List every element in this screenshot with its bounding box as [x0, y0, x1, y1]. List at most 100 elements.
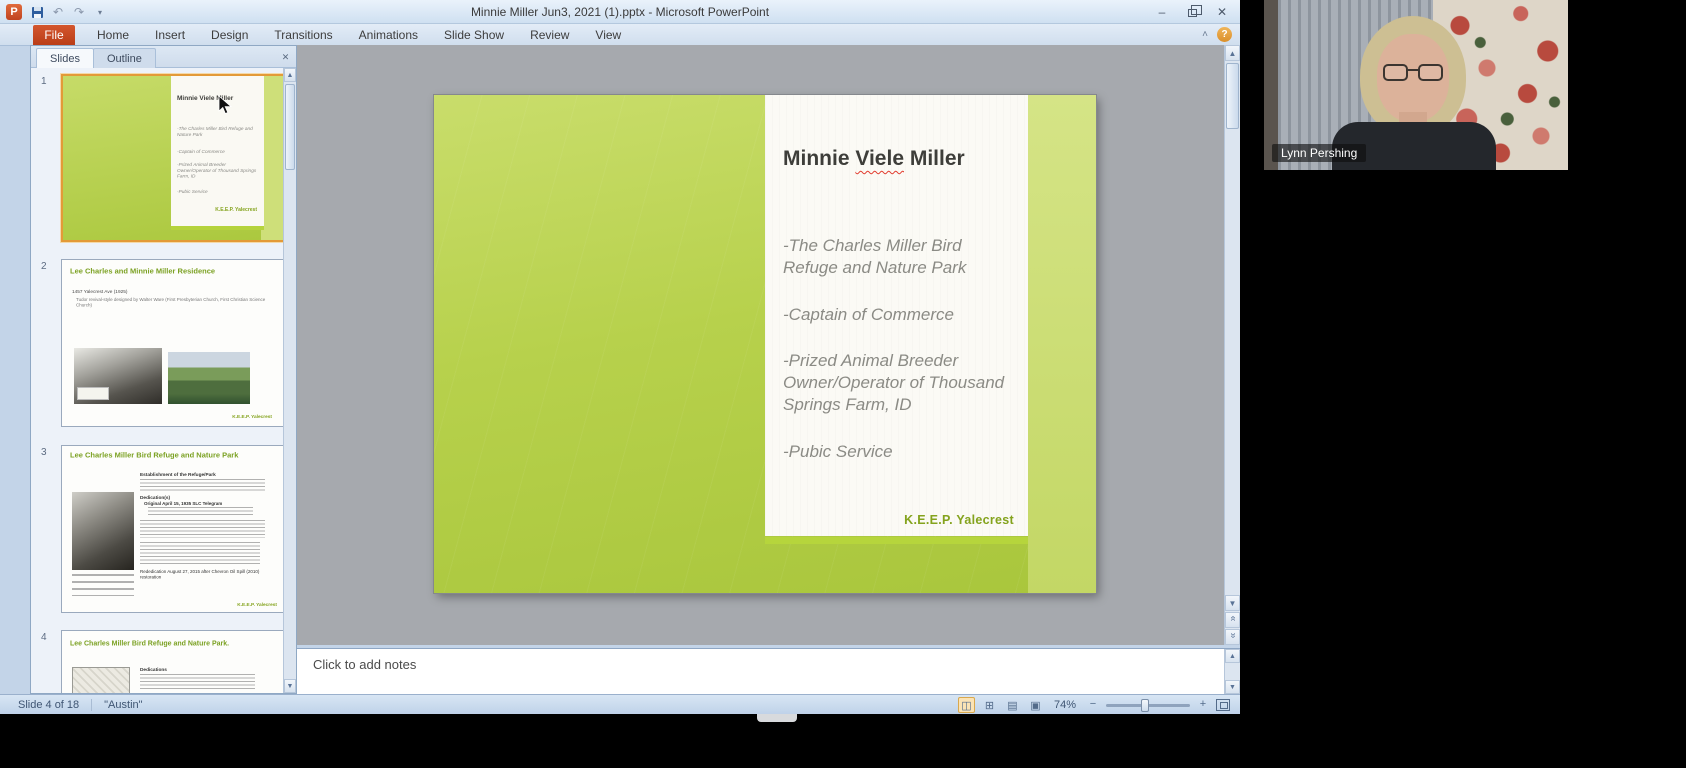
- mouse-cursor: [218, 95, 233, 116]
- zoom-out-button[interactable]: −: [1086, 698, 1100, 712]
- tab-insert[interactable]: Insert: [142, 25, 198, 46]
- slide-content-panel[interactable]: Minnie Viele Miller -The Charles Miller …: [765, 95, 1028, 536]
- help-icon[interactable]: ?: [1217, 27, 1232, 42]
- slide-3-thumb[interactable]: Lee Charles Miller Bird Refuge and Natur…: [61, 445, 283, 613]
- slide-4-number: 4: [41, 632, 47, 643]
- slide-title[interactable]: Minnie Viele Miller: [783, 147, 1012, 171]
- tab-review[interactable]: Review: [517, 25, 582, 46]
- zoom-slider-knob[interactable]: [1141, 699, 1149, 712]
- body-text-placeholder: [148, 507, 253, 516]
- notes-scrollbar[interactable]: ▲ ▼: [1224, 649, 1240, 694]
- ribbon-right-controls: ˄ ?: [1202, 27, 1232, 42]
- slide-editor-area: Minnie Viele Miller -The Charles Miller …: [297, 45, 1224, 645]
- next-slide-button[interactable]: »: [1225, 629, 1240, 645]
- reading-view-button[interactable]: ▤: [1004, 697, 1021, 713]
- slide-accent-strip: [1028, 95, 1096, 593]
- scrollbar-thumb[interactable]: [285, 84, 295, 170]
- thumb-subtitle: 1457 Yalecrest Ave (1925): [72, 289, 127, 295]
- thumb-title: Lee Charles Miller Bird Refuge and Natur…: [70, 639, 240, 647]
- thumbnail-list: 1 Minnie Viele Miller -The Charles Mille…: [31, 68, 283, 693]
- slide-bullet[interactable]: -Pubic Service: [783, 441, 1012, 463]
- slides-panel-tabs: Slides Outline ✕: [31, 46, 296, 68]
- collapse-ribbon-icon[interactable]: ˄: [1202, 29, 1208, 40]
- thumb-bullet: -The Charles Miller Bird Refuge and Natu…: [177, 126, 259, 138]
- window-controls: – ✕: [1148, 2, 1236, 21]
- panel-close-icon[interactable]: ✕: [279, 51, 292, 64]
- slide-sorter-view-button[interactable]: ⊞: [981, 697, 998, 713]
- file-tab[interactable]: File: [33, 25, 75, 46]
- status-separator: [91, 699, 92, 711]
- notes-pane[interactable]: Click to add notes ▲ ▼: [297, 648, 1240, 694]
- quote-text-placeholder: [140, 520, 265, 538]
- previous-slide-button[interactable]: «: [1225, 612, 1240, 628]
- slide-accent-bar: [765, 537, 1028, 544]
- slide-1-number: 1: [41, 76, 47, 87]
- slide-3-number: 3: [41, 447, 47, 458]
- scroll-down-icon[interactable]: ▼: [1225, 680, 1240, 694]
- slide-bullet[interactable]: -Prized Animal Breeder Owner/Operator of…: [783, 350, 1012, 415]
- tab-animations[interactable]: Animations: [346, 25, 431, 46]
- zoom-level: 74%: [1054, 699, 1076, 711]
- slide-title-part: Minnie: [783, 147, 855, 170]
- slides-panel-scrollbar[interactable]: ▲ ▼: [283, 68, 296, 693]
- thumb-footer: K.E.E.P. Yalecrest: [212, 602, 277, 608]
- slide-footer: K.E.E.P. Yalecrest: [904, 513, 1014, 527]
- slide-4-thumb[interactable]: Lee Charles Miller Bird Refuge and Natur…: [61, 630, 283, 693]
- thumb-title: Lee Charles Miller Bird Refuge and Natur…: [70, 451, 245, 460]
- thumb-bullet: -Captain of Commerce: [177, 149, 259, 155]
- webcam-video[interactable]: Lynn Pershing: [1264, 0, 1568, 170]
- glasses-lens: [1418, 64, 1443, 81]
- slides-tab[interactable]: Slides: [36, 48, 94, 68]
- slide-1-thumb[interactable]: Minnie Viele Miller -The Charles Miller …: [61, 74, 283, 242]
- house-photo: [168, 352, 250, 404]
- slide-thumbnail-3[interactable]: 3 Lee Charles Miller Bird Refuge and Nat…: [39, 445, 283, 614]
- screen: P ↶ ↷ ▾ Minnie Miller Jun3, 2021 (1).ppt…: [0, 0, 1686, 768]
- ribbon-tab-bar: File Home Insert Design Transitions Anim…: [0, 24, 1240, 46]
- zoom-in-button[interactable]: +: [1196, 698, 1210, 712]
- tab-transitions[interactable]: Transitions: [261, 25, 345, 46]
- participant-name-label: Lynn Pershing: [1272, 144, 1366, 162]
- scroll-down-icon[interactable]: ▼: [284, 679, 296, 693]
- scroll-up-icon[interactable]: ▲: [1225, 649, 1240, 663]
- scroll-up-icon[interactable]: ▲: [1225, 45, 1240, 61]
- slide-bullet[interactable]: -The Charles Miller Bird Refuge and Natu…: [783, 235, 1012, 279]
- restore-button[interactable]: [1178, 2, 1206, 21]
- slide-3-preview: Lee Charles Miller Bird Refuge and Natur…: [62, 446, 283, 612]
- taskbar-peek[interactable]: [757, 714, 797, 722]
- tab-design[interactable]: Design: [198, 25, 261, 46]
- window-title: Minnie Miller Jun3, 2021 (1).pptx - Micr…: [0, 0, 1240, 24]
- slide-canvas[interactable]: Minnie Viele Miller -The Charles Miller …: [434, 95, 1096, 593]
- thumb-heading: Establishment of the Refuge/Park: [140, 472, 216, 478]
- glasses-lens: [1383, 64, 1408, 81]
- body-text-placeholder: [140, 674, 255, 689]
- tab-slide-show[interactable]: Slide Show: [431, 25, 517, 46]
- thumb-heading: Dedication(s): [140, 495, 170, 501]
- close-button[interactable]: ✕: [1208, 2, 1236, 21]
- slide-scrollbar[interactable]: ▲ ▼ « »: [1224, 45, 1240, 645]
- slide-thumbnail-4[interactable]: 4 Lee Charles Miller Bird Refuge and Nat…: [39, 630, 283, 693]
- thumb-heading: Dedications: [140, 667, 167, 673]
- thumb-subheading: Rededication August 27, 2015 after Chevr…: [140, 569, 270, 580]
- slide-thumbnail-2[interactable]: 2 Lee Charles and Minnie Miller Residenc…: [39, 259, 283, 428]
- normal-view-button[interactable]: ◫: [958, 697, 975, 713]
- slide-show-button[interactable]: ▣: [1027, 697, 1044, 713]
- slide-bullet[interactable]: -Captain of Commerce: [783, 304, 1012, 326]
- scroll-down-icon[interactable]: ▼: [1225, 595, 1240, 611]
- outline-tab[interactable]: Outline: [93, 48, 156, 68]
- tab-home[interactable]: Home: [84, 25, 142, 46]
- slide-2-number: 2: [41, 261, 47, 272]
- scrollbar-thumb[interactable]: [1226, 63, 1239, 129]
- status-bar: Slide 4 of 18 "Austin" ◫ ⊞ ▤ ▣ 74% − +: [0, 694, 1240, 714]
- zoom-slider[interactable]: [1106, 698, 1190, 712]
- slide-title-part: Miller: [904, 147, 965, 170]
- minimize-button[interactable]: –: [1148, 2, 1176, 21]
- fit-to-window-button[interactable]: [1216, 699, 1230, 711]
- thumb-bullet: -Prized Animal Breeder Owner/Operator of…: [177, 162, 259, 179]
- thumb-bullet: -Pubic Service: [177, 189, 259, 195]
- slide-2-thumb[interactable]: Lee Charles and Minnie Miller Residence …: [61, 259, 283, 427]
- tab-view[interactable]: View: [582, 25, 634, 46]
- status-right: ◫ ⊞ ▤ ▣ 74% − +: [958, 695, 1230, 715]
- scroll-up-icon[interactable]: ▲: [284, 68, 296, 82]
- slide-thumbnail-1[interactable]: 1 Minnie Viele Miller -The Charles Mille…: [39, 74, 283, 243]
- powerpoint-window: P ↶ ↷ ▾ Minnie Miller Jun3, 2021 (1).ppt…: [0, 0, 1240, 714]
